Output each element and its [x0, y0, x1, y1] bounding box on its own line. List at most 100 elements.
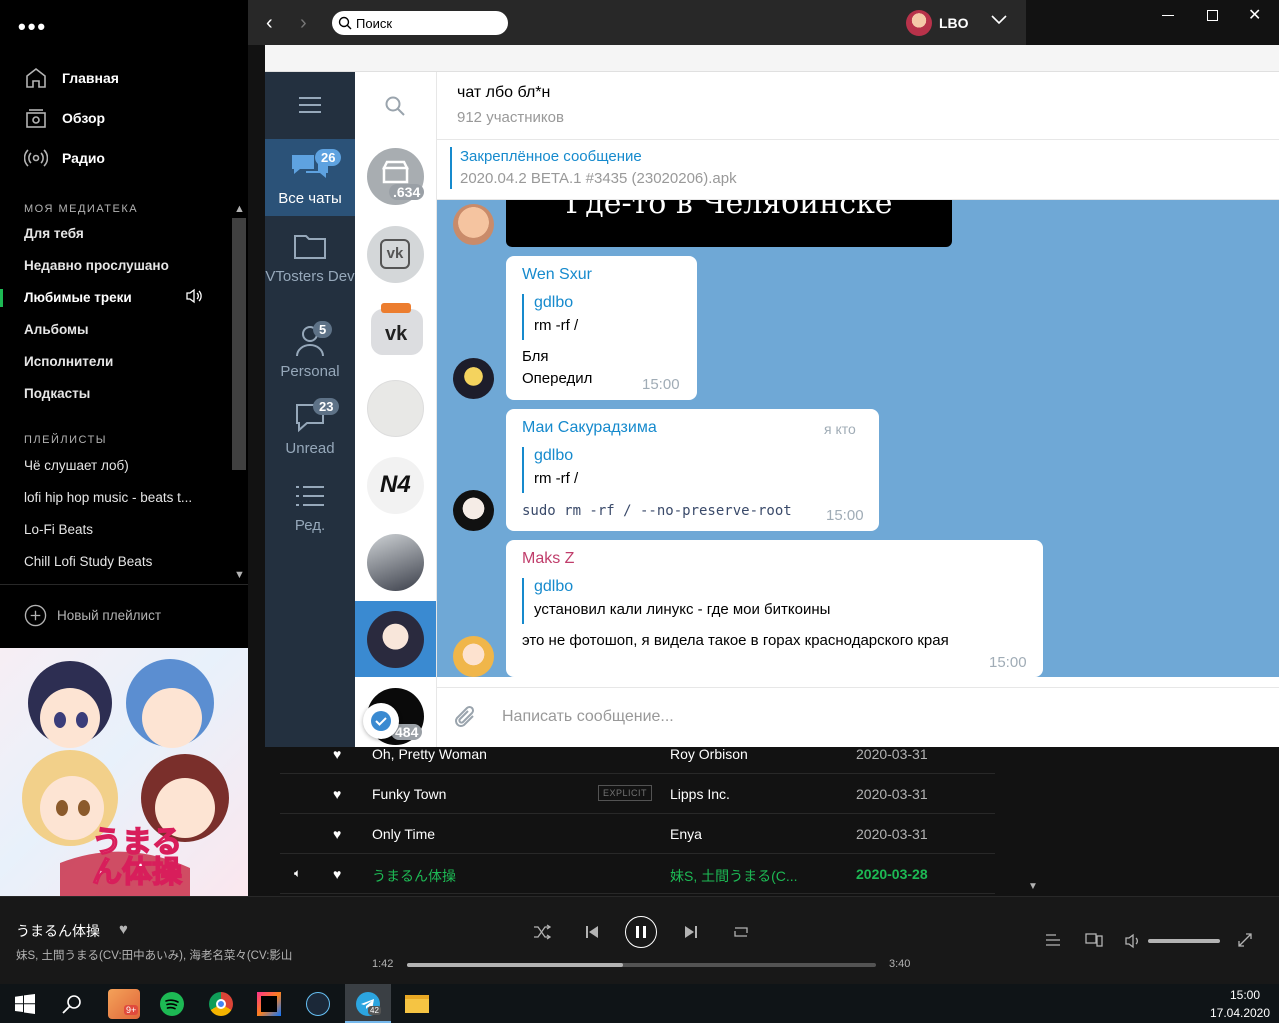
- heart-icon[interactable]: ♥: [333, 786, 341, 802]
- chat-avatar[interactable]: vk: [367, 303, 424, 360]
- search-placeholder: Поиск: [356, 15, 393, 31]
- message-author[interactable]: Maks Z: [522, 550, 574, 568]
- track-title: Oh, Pretty Woman: [372, 746, 487, 762]
- playlist-item[interactable]: Чё слушает лоб): [24, 458, 214, 473]
- avatar[interactable]: [453, 204, 494, 245]
- chat-avatar[interactable]: [367, 380, 424, 437]
- search-box[interactable]: Поиск: [332, 11, 508, 35]
- pinned-message[interactable]: Закреплённое сообщение 2020.04.2 BETA.1 …: [437, 140, 1279, 200]
- heart-icon[interactable]: ♥: [333, 866, 341, 882]
- reply-quote[interactable]: gdlbo установил кали линукс - где мои би…: [522, 578, 830, 624]
- chat-title[interactable]: чат лбо бл*н: [457, 84, 550, 102]
- volume-icon[interactable]: [1124, 933, 1142, 949]
- paperclip-icon[interactable]: [453, 704, 479, 732]
- nav-radio[interactable]: Радио: [24, 146, 105, 170]
- image-message[interactable]: Где-то в Челябинске: [506, 200, 952, 247]
- shuffle-icon[interactable]: [533, 924, 551, 940]
- repeat-icon[interactable]: [732, 924, 750, 940]
- playlist-item[interactable]: Lo-Fi Beats: [24, 522, 214, 537]
- clock-time[interactable]: 15:00: [1215, 988, 1275, 1002]
- heart-icon[interactable]: ♥: [333, 826, 341, 842]
- chat-avatar[interactable]: vk: [367, 226, 424, 283]
- clock-date[interactable]: 17.04.2020: [1205, 1006, 1275, 1020]
- playlist-item[interactable]: lofi hip hop music - beats t...: [24, 490, 214, 505]
- jetbrains-icon[interactable]: [257, 992, 281, 1016]
- telegram-taskbar-active[interactable]: 42: [345, 984, 391, 1023]
- avatar[interactable]: [906, 10, 932, 36]
- menu-icon[interactable]: [298, 96, 322, 114]
- playlists-header: ПЛЕЙЛИСТЫ: [24, 434, 108, 446]
- profile-name[interactable]: LBO: [939, 15, 969, 31]
- chat-members[interactable]: 912 участников: [457, 109, 564, 126]
- chevron-down-icon[interactable]: ▼: [234, 569, 245, 581]
- message-author[interactable]: Wen Sxur: [522, 266, 592, 284]
- archive-avatar[interactable]: .634: [367, 148, 425, 205]
- chat-avatar[interactable]: [367, 611, 424, 668]
- pause-button[interactable]: [625, 916, 657, 948]
- library-item-albums[interactable]: Альбомы: [24, 322, 224, 337]
- nav-home[interactable]: Главная: [24, 66, 119, 90]
- nav-browse[interactable]: Обзор: [24, 106, 105, 130]
- sidebar-scrollbar[interactable]: [232, 218, 246, 470]
- app-icon[interactable]: 9+: [108, 989, 140, 1019]
- chevron-down-icon[interactable]: ▼: [1028, 881, 1038, 892]
- folder-all-chats[interactable]: 26 Все чаты: [265, 139, 355, 216]
- message-bubble[interactable]: Wen Sxur gdlbo rm -rf / Бля Опередил 15:…: [506, 256, 697, 400]
- new-playlist-button[interactable]: Новый плейлист: [24, 604, 161, 627]
- home-icon: [26, 67, 46, 88]
- fullscreen-icon[interactable]: [1238, 933, 1252, 947]
- restore-icon[interactable]: [1207, 10, 1218, 21]
- track-artist[interactable]: Roy Orbison: [670, 746, 748, 762]
- message-bubble[interactable]: Маи Сакурадзима я кто gdlbo rm -rf / sud…: [506, 409, 879, 531]
- devices-icon[interactable]: [1085, 932, 1103, 948]
- avatar[interactable]: [453, 490, 494, 531]
- library-item-artists[interactable]: Исполнители: [24, 354, 224, 369]
- search-icon[interactable]: [62, 994, 82, 1014]
- now-playing-artist[interactable]: 妹S, 土間うまる(CV:田中あいみ), 海老名菜々(CV:影山: [16, 947, 311, 963]
- folder-icon[interactable]: [405, 995, 429, 1013]
- track-artist[interactable]: Enya: [670, 826, 702, 842]
- track-row-playing[interactable]: 🔈︎ ♥ うまるん体操 妹S, 土間うまる(C... 2020-03-28: [280, 854, 995, 894]
- volume-slider[interactable]: [1148, 939, 1220, 943]
- close-icon[interactable]: ✕: [1248, 5, 1261, 25]
- chrome-center: [216, 999, 226, 1009]
- forward-icon[interactable]: ›: [300, 12, 307, 35]
- avatar[interactable]: [453, 636, 494, 677]
- chrome-icon[interactable]: [209, 992, 233, 1016]
- reply-quote[interactable]: gdlbo rm -rf /: [522, 294, 578, 340]
- minimize-icon[interactable]: [1162, 15, 1174, 16]
- reply-quote[interactable]: gdlbo rm -rf /: [522, 447, 578, 493]
- album-art[interactable]: うまるん体操: [0, 648, 248, 896]
- playlist-item[interactable]: Chill Lofi Study Beats: [24, 554, 214, 569]
- previous-icon[interactable]: [584, 924, 600, 940]
- more-icon[interactable]: •••: [18, 14, 47, 40]
- chevron-down-icon[interactable]: [991, 14, 1007, 26]
- progress-bar[interactable]: [407, 963, 876, 967]
- verified-button[interactable]: [363, 703, 399, 739]
- message-bubble[interactable]: Maks Z gdlbo установил кали линукс - где…: [506, 540, 1043, 677]
- library-item-recent[interactable]: Недавно прослушано: [24, 258, 224, 273]
- track-artist[interactable]: Lipps Inc.: [670, 786, 730, 802]
- heart-icon[interactable]: ♥: [119, 921, 128, 938]
- library-item-for-you[interactable]: Для тебя: [24, 226, 224, 241]
- library-item-podcasts[interactable]: Подкасты: [24, 386, 224, 401]
- spotify-icon[interactable]: [160, 992, 184, 1016]
- track-artist[interactable]: 妹S, 土間うまる(C...: [670, 866, 798, 886]
- message-input[interactable]: Написать сообщение...: [502, 708, 674, 726]
- search-icon[interactable]: [385, 96, 405, 116]
- chat-avatar[interactable]: N4: [367, 457, 424, 514]
- back-icon[interactable]: ‹: [266, 12, 273, 35]
- now-playing-title[interactable]: うまるん体操: [16, 921, 100, 941]
- track-row[interactable]: ♥ Only Time Enya 2020-03-31: [280, 814, 995, 854]
- next-icon[interactable]: [683, 924, 699, 940]
- windows-start-icon[interactable]: [15, 994, 35, 1014]
- chat-avatar[interactable]: [367, 534, 424, 591]
- heart-icon[interactable]: ♥: [333, 746, 341, 762]
- steam-icon[interactable]: [306, 992, 330, 1016]
- avatar[interactable]: [453, 358, 494, 399]
- chevron-up-icon[interactable]: ▲: [234, 203, 245, 215]
- track-row[interactable]: ♥ Funky Town EXPLICIT Lipps Inc. 2020-03…: [280, 774, 995, 814]
- message-author[interactable]: Маи Сакурадзима: [522, 419, 657, 437]
- admin-tag: я кто: [824, 421, 856, 437]
- queue-icon[interactable]: [1045, 933, 1061, 947]
